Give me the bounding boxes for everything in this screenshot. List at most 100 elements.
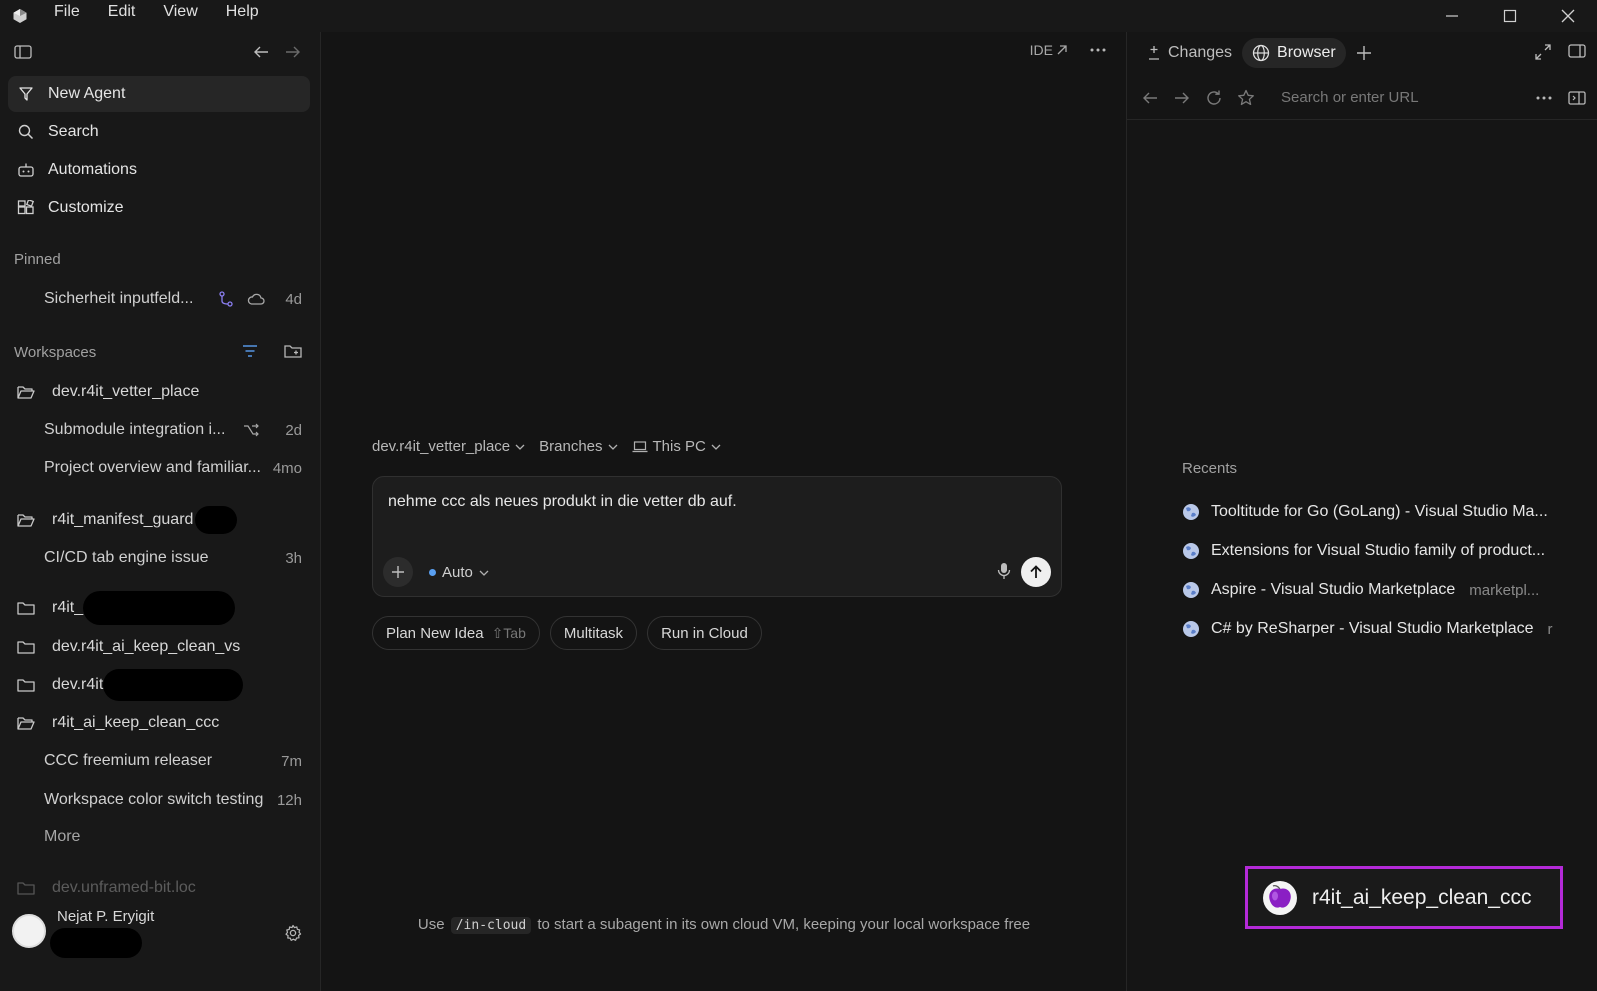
thread-row[interactable]: CCC freemium releaser 7m [8, 743, 310, 779]
chevron-down-icon [479, 569, 489, 577]
workspace-row[interactable]: dev.r4it [8, 667, 310, 703]
tab-label: Changes [1168, 44, 1233, 61]
filter-icon[interactable] [242, 344, 258, 358]
thread-row[interactable]: CI/CD tab engine issue 3h [8, 540, 310, 576]
workspace-selector[interactable]: dev.r4it_vetter_place [372, 438, 525, 455]
add-attachment-button[interactable] [383, 557, 413, 587]
back-arrow-icon[interactable] [252, 44, 270, 60]
tab-browser[interactable]: Browser [1242, 38, 1346, 68]
workspace-badge-label: r4it_ai_keep_clean_ccc [1312, 885, 1532, 909]
recent-item[interactable]: Tooltitude for Go (GoLang) - Visual Stud… [1182, 499, 1582, 525]
more-link[interactable]: More [8, 819, 310, 855]
new-folder-icon[interactable] [284, 343, 302, 359]
recent-title: C# by ReSharper - Visual Studio Marketpl… [1211, 620, 1534, 637]
thread-row[interactable]: Submodule integration i... 2d [8, 412, 310, 448]
settings-gear-icon[interactable] [284, 924, 302, 942]
open-ide-button[interactable]: IDE [1030, 42, 1068, 58]
redaction [103, 669, 244, 701]
automations-nav-item[interactable]: Automations [8, 152, 310, 188]
more-options-icon[interactable] [1090, 48, 1106, 52]
thread-age: 2d [285, 421, 302, 439]
menu-file[interactable]: File [40, 0, 94, 32]
thread-title: Workspace color switch testing [44, 791, 264, 808]
thread-row[interactable]: Workspace color switch testing 12h [8, 782, 310, 818]
main-panel: IDE dev.r4it_vetter_place Branches This … [322, 32, 1126, 991]
prompt-composer[interactable]: nehme ccc als neues produkt in die vette… [372, 476, 1062, 597]
plan-new-idea-button[interactable]: Plan New Idea ⇧Tab [372, 616, 540, 650]
robot-icon [16, 162, 36, 178]
new-agent-button[interactable]: New Agent [8, 76, 310, 112]
menu-help[interactable]: Help [212, 0, 273, 32]
folder-icon [16, 881, 36, 895]
customize-nav-item[interactable]: Customize [8, 190, 310, 226]
external-arrow-icon [1056, 44, 1068, 56]
shortcut-hint: ⇧Tab [491, 624, 526, 641]
run-in-cloud-button[interactable]: Run in Cloud [647, 616, 762, 650]
workspace-row[interactable]: r4it_ai_keep_clean_ccc [8, 705, 310, 741]
recent-item[interactable]: C# by ReSharper - Visual Studio Marketpl… [1182, 616, 1582, 642]
avatar [12, 914, 46, 948]
browser-forward-icon[interactable] [1173, 90, 1191, 106]
location-selector[interactable]: This PC [632, 438, 721, 455]
user-profile[interactable]: Nejat P. Eryigit [12, 908, 312, 958]
workspace-row[interactable]: r4it_manifest_guard [8, 502, 310, 538]
workspace-selector-label: dev.r4it_vetter_place [372, 438, 511, 455]
branch-merge-icon [243, 423, 260, 437]
cloud-icon [247, 292, 265, 306]
toggle-panel-icon[interactable] [1568, 43, 1586, 61]
menu-edit[interactable]: Edit [94, 0, 150, 32]
branches-selector[interactable]: Branches [539, 438, 617, 455]
menu-view[interactable]: View [149, 0, 211, 32]
bookmark-star-icon[interactable] [1237, 89, 1255, 107]
prompt-input[interactable]: nehme ccc als neues produkt in die vette… [388, 493, 737, 511]
toggle-sidebar-icon[interactable] [14, 44, 32, 60]
sidebar-panel-icon[interactable] [1568, 90, 1586, 106]
thread-age: 4d [285, 290, 302, 308]
customize-icon [16, 200, 36, 216]
folder-icon [16, 678, 36, 692]
pinned-thread[interactable]: Sicherheit inputfeld... 4d [8, 281, 310, 317]
tab-changes[interactable]: Changes [1137, 38, 1242, 68]
multitask-button[interactable]: Multitask [549, 616, 638, 650]
url-input[interactable]: Search or enter URL [1281, 89, 1522, 106]
workspace-row[interactable]: dev.r4it_ai_keep_clean_vs [8, 629, 310, 665]
chevron-down-icon [515, 443, 525, 451]
site-globe-icon [1183, 621, 1199, 637]
workspace-row[interactable]: dev.unframed-bit.loc [8, 870, 310, 906]
redaction [50, 928, 142, 958]
folder-icon [16, 601, 36, 615]
close-window-button[interactable] [1539, 0, 1597, 32]
new-tab-button[interactable] [1346, 38, 1382, 68]
recent-item[interactable]: Aspire - Visual Studio Marketplace marke… [1182, 577, 1582, 603]
location-label: This PC [652, 438, 706, 455]
recent-item[interactable]: Extensions for Visual Studio family of p… [1182, 538, 1582, 564]
workspace-row[interactable]: r4it_ [8, 590, 310, 626]
workspace-name: dev.unframed-bit.loc [52, 879, 196, 896]
workspace-name: r4it_manifest_guard [52, 511, 194, 528]
workspace-name: dev.r4it_vetter_place [52, 383, 200, 400]
maximize-button[interactable] [1481, 0, 1539, 32]
agent-icon [16, 86, 36, 102]
recent-domain: r [1547, 620, 1553, 638]
mode-dot-icon [429, 569, 436, 576]
mode-selector[interactable]: Auto [429, 564, 489, 581]
thread-row[interactable]: Project overview and familiar... 4mo [8, 450, 310, 486]
browser-more-icon[interactable] [1536, 90, 1552, 106]
expand-icon[interactable] [1534, 43, 1552, 61]
search-nav-item[interactable]: Search [8, 114, 310, 150]
reload-icon[interactable] [1205, 89, 1223, 107]
thread-title: Project overview and familiar... [44, 459, 261, 476]
microphone-icon[interactable] [997, 562, 1011, 580]
workspace-row[interactable]: dev.r4it_vetter_place [8, 374, 310, 410]
send-button[interactable] [1021, 557, 1051, 587]
browser-back-icon[interactable] [1141, 90, 1159, 106]
minimize-button[interactable] [1423, 0, 1481, 32]
cloud-hint: Use /in-cloud to start a subagent in its… [322, 916, 1126, 934]
title-bar: File Edit View Help [0, 0, 1597, 32]
nav-label: Customize [48, 199, 124, 216]
forward-arrow-icon[interactable] [284, 44, 302, 60]
pinned-section-label: Pinned [14, 251, 61, 268]
redaction [83, 591, 236, 625]
recent-title: Tooltitude for Go (GoLang) - Visual Stud… [1211, 503, 1548, 520]
recent-title: Extensions for Visual Studio family of p… [1211, 542, 1546, 559]
